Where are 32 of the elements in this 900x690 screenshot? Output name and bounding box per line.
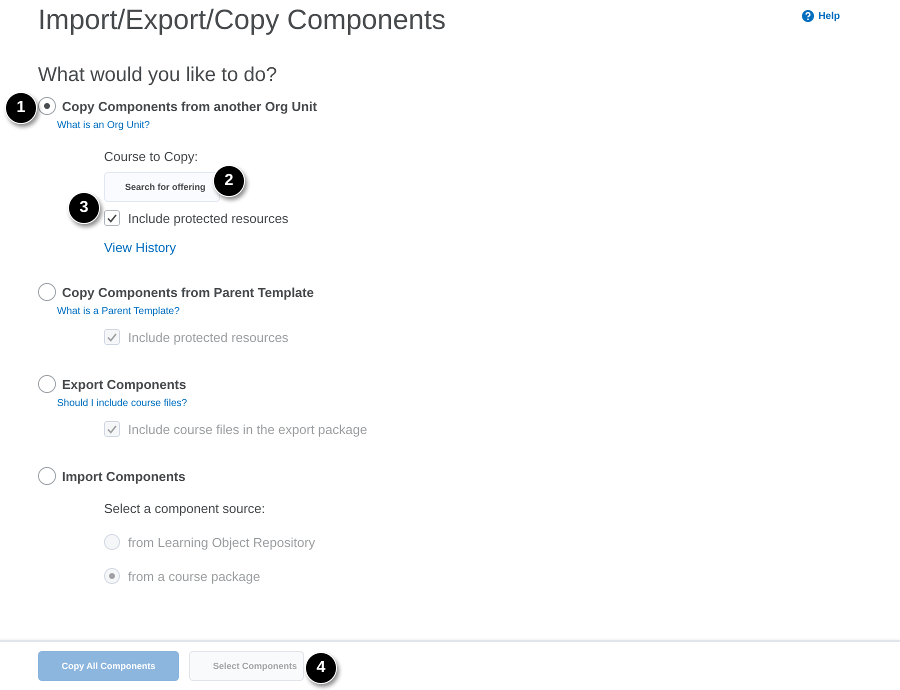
page-title: Import/Export/Copy Components bbox=[38, 4, 446, 36]
help-icon bbox=[802, 10, 814, 22]
search-field[interactable]: Search for offering bbox=[104, 172, 220, 202]
help-link[interactable]: Help bbox=[802, 10, 840, 22]
radio-button[interactable] bbox=[38, 375, 56, 393]
section-heading: What would you like to do? bbox=[38, 64, 278, 87]
checkbox-label: Include course files in the export package bbox=[128, 422, 368, 436]
help-link[interactable]: What is a Parent Template? bbox=[57, 306, 180, 317]
option-label: Export Components bbox=[62, 376, 186, 392]
radio-button[interactable] bbox=[38, 467, 56, 485]
help-link[interactable]: Should I include course files? bbox=[57, 398, 188, 409]
checkmark-icon bbox=[107, 214, 117, 222]
field-label: Course to Copy: bbox=[104, 149, 199, 164]
option-label: Copy Components from another Org Unit bbox=[62, 98, 317, 114]
help-link[interactable]: What is an Org Unit? bbox=[57, 120, 150, 131]
callout-badge: 1 bbox=[5, 92, 37, 124]
checkbox[interactable] bbox=[104, 210, 120, 226]
checkmark-icon bbox=[107, 332, 117, 342]
radio-button[interactable] bbox=[38, 97, 56, 115]
option-label: Copy Components from Parent Template bbox=[62, 284, 314, 300]
checkbox-label: Include protected resources bbox=[128, 330, 288, 344]
checkmark-icon bbox=[107, 424, 117, 434]
radio-label: from Learning Object Repository bbox=[128, 534, 316, 550]
radio-label: from a course package bbox=[128, 568, 260, 584]
radio-button[interactable] bbox=[38, 283, 56, 301]
callout-badge: 2 bbox=[213, 165, 245, 197]
callout-badge: 4 bbox=[305, 652, 337, 684]
option-label: Import Components bbox=[62, 468, 186, 484]
view-history-link[interactable]: View History bbox=[104, 240, 176, 255]
field-label: Select a component source: bbox=[104, 501, 266, 516]
checkbox-label: Include protected resources bbox=[128, 210, 288, 226]
callout-badge: 3 bbox=[68, 192, 100, 224]
